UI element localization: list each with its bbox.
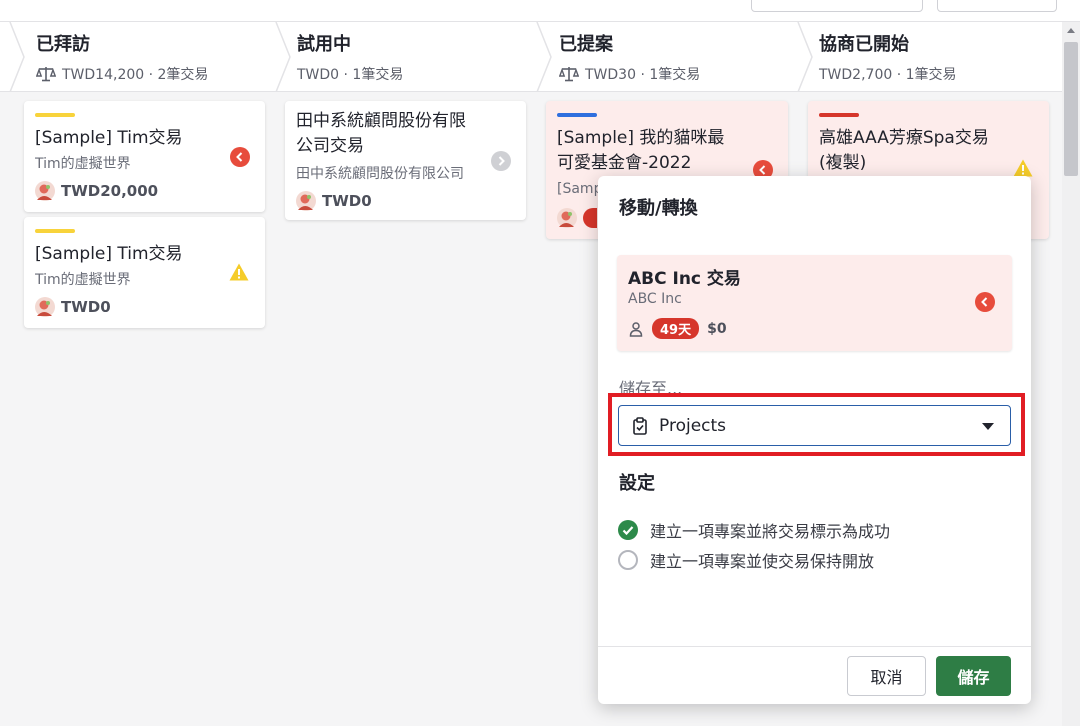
deal-organization: 田中系統顧問股份有限公司 (296, 166, 464, 182)
stage-divider-icon (9, 22, 25, 92)
deal-label-bar (35, 229, 75, 233)
warning-icon[interactable] (229, 262, 249, 282)
deal-amount: $0 (707, 320, 727, 337)
deal-organization: Tim的虛擬世界 (35, 272, 131, 288)
deal-title: 高雄AAA芳療Spa交易 (複製) (819, 128, 989, 173)
move-convert-dialog: 移動/轉換 ABC Inc 交易 ABC Inc 49天 $0 儲存至... P… (598, 176, 1031, 704)
vertical-scrollbar[interactable] (1062, 22, 1080, 726)
no-activity-icon[interactable] (491, 151, 511, 171)
stage-title: 已拜訪 (36, 34, 90, 55)
rotting-days-badge: 49天 (652, 318, 700, 339)
stage-summary-text: TWD2,700 · 1筆交易 (819, 67, 957, 83)
deal-title: 田中系統顧問股份有限公司交易 (296, 111, 466, 156)
select-value: Projects (659, 415, 727, 436)
balance-scale-icon (36, 67, 56, 82)
stage-column-header[interactable]: 試用中 TWD0 · 1筆交易 (275, 22, 537, 92)
deal-organization: Tim的虛擬世界 (35, 156, 131, 172)
chevron-down-icon (982, 423, 994, 430)
clipboard-check-icon (633, 416, 647, 435)
stage-title: 已提案 (559, 34, 613, 55)
stage-column-header[interactable]: 已拜訪 TWD14,200 · 2筆交易 (0, 22, 276, 92)
deal-card[interactable]: [Sample] Tim交易 Tim的虛擬世界 TWD0 (24, 217, 265, 328)
stage-column-header[interactable]: 協商已開始 TWD2,700 · 1筆交易 (797, 22, 1062, 92)
deal-title: ABC Inc 交易 (628, 269, 741, 289)
stage-summary-text: TWD0 · 1筆交易 (297, 67, 404, 83)
owner-avatar (35, 297, 55, 317)
settings-heading: 設定 (619, 473, 655, 494)
deal-title: [Sample] 我的貓咪最可愛基金會-2022 (557, 128, 725, 173)
dialog-title: 移動/轉換 (619, 198, 698, 219)
radio-unchecked-icon[interactable] (618, 550, 638, 570)
stage-title: 協商已開始 (819, 34, 909, 55)
toolbar-button-partial[interactable] (751, 0, 923, 12)
stage-column-header[interactable]: 已提案 TWD30 · 1筆交易 (536, 22, 798, 92)
option-label: 建立一項專案並將交易標示為成功 (650, 522, 891, 541)
deal-amount: TWD0 (322, 192, 372, 210)
stage-summary: TWD14,200 · 2筆交易 (36, 64, 208, 84)
person-icon (629, 321, 643, 337)
deal-amount-row: TWD20,000 (35, 181, 158, 201)
save-button[interactable]: 儲存 (936, 656, 1011, 696)
owner-avatar (557, 208, 577, 228)
deal-organization: ABC Inc (628, 291, 682, 307)
top-toolbar (0, 0, 1080, 22)
stage-summary-text: TWD14,200 · 2筆交易 (62, 67, 209, 83)
toolbar-button-partial[interactable] (937, 0, 1057, 12)
option-label: 建立一項專案並使交易保持開放 (650, 552, 875, 571)
deal-amount-row: TWD0 (35, 297, 111, 317)
option-keep-open[interactable]: 建立一項專案並使交易保持開放 (618, 548, 874, 572)
save-to-select[interactable]: Projects (618, 405, 1011, 446)
owner-avatar (296, 191, 316, 211)
stage-summary: TWD0 · 1筆交易 (297, 64, 403, 84)
deal-label-bar (35, 113, 75, 117)
dialog-footer-divider (598, 646, 1031, 647)
pipeline-stages-header: 已拜訪 TWD14,200 · 2筆交易 試用中 TWD0 · 1筆交易 已提案… (0, 22, 1062, 92)
owner-avatar (35, 181, 55, 201)
warning-icon[interactable] (1013, 158, 1033, 178)
deal-amount: TWD0 (61, 298, 111, 316)
deal-label-bar (819, 113, 859, 117)
option-mark-won[interactable]: 建立一項專案並將交易標示為成功 (618, 518, 890, 542)
days-badge-partial (583, 208, 597, 228)
balance-scale-icon (559, 67, 579, 82)
deal-card[interactable]: [Sample] Tim交易 Tim的虛擬世界 TWD20,000 (24, 101, 265, 212)
deal-meta-row: 49天 $0 (628, 318, 727, 339)
stage-summary-text: TWD30 · 1筆交易 (585, 67, 701, 83)
deal-label-bar (557, 113, 597, 117)
radio-checked-icon[interactable] (618, 520, 638, 540)
scroll-up-arrow-icon[interactable] (1067, 28, 1075, 33)
deal-preview-card: ABC Inc 交易 ABC Inc 49天 $0 (617, 255, 1012, 351)
deal-card[interactable]: 田中系統顧問股份有限公司交易 田中系統顧問股份有限公司 TWD0 (285, 101, 526, 220)
stage-title: 試用中 (297, 34, 351, 55)
cancel-button[interactable]: 取消 (847, 656, 926, 696)
overdue-activity-icon (975, 292, 995, 312)
stage-summary: TWD30 · 1筆交易 (559, 64, 700, 84)
deal-title: [Sample] Tim交易 (35, 244, 183, 264)
deal-amount-row: TWD0 (296, 191, 372, 211)
deal-amount-row (557, 208, 597, 228)
scrollbar-thumb[interactable] (1064, 42, 1078, 176)
deal-amount: TWD20,000 (61, 182, 159, 200)
deal-title: [Sample] Tim交易 (35, 128, 183, 148)
overdue-activity-icon[interactable] (230, 147, 250, 167)
stage-summary: TWD2,700 · 1筆交易 (819, 64, 957, 84)
